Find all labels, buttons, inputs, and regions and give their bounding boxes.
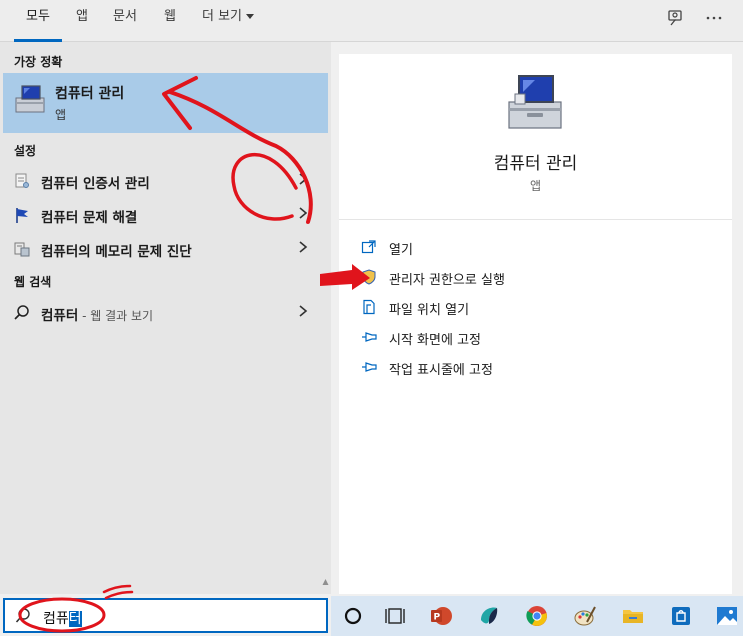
settings-item-certificate[interactable]: 컴퓨터 인증서 관리 xyxy=(0,164,331,196)
web-search-label: 컴퓨터 - 웹 결과 보기 xyxy=(41,308,154,324)
best-match-subtitle: 앱 xyxy=(55,108,67,122)
feedback-button[interactable] xyxy=(663,6,687,30)
web-search-result[interactable]: 컴퓨터 - 웹 결과 보기 xyxy=(0,296,331,328)
preview-title: 컴퓨터 관리 xyxy=(493,154,578,174)
open-icon xyxy=(361,240,376,254)
search-query: 컴퓨터 xyxy=(43,611,82,627)
tab-more[interactable]: 더 보기 xyxy=(192,0,264,42)
settings-item-troubleshoot[interactable]: 컴퓨터 문제 해결 xyxy=(0,198,331,230)
tab-apps[interactable]: 앱 xyxy=(66,0,98,42)
taskbar: P xyxy=(331,596,743,636)
powerpoint-icon[interactable]: P xyxy=(429,604,453,628)
tab-all[interactable]: 모두 xyxy=(14,0,62,42)
best-match-title: 컴퓨터 관리 xyxy=(55,86,125,102)
settings-item-label: 컴퓨터 인증서 관리 xyxy=(41,176,150,192)
best-match-result[interactable] xyxy=(3,73,328,133)
paint-icon[interactable] xyxy=(573,604,597,628)
preview-subtitle: 앱 xyxy=(529,179,542,193)
app-icon[interactable] xyxy=(477,604,501,628)
search-tabs-bar: 모두 앱 문서 웹 더 보기 xyxy=(0,0,743,42)
section-settings: 설정 xyxy=(14,144,37,158)
chrome-icon[interactable] xyxy=(525,604,549,628)
search-input[interactable]: 컴퓨터 xyxy=(3,598,328,633)
section-best-match: 가장 정확 xyxy=(14,55,63,69)
task-view-icon[interactable] xyxy=(383,604,407,628)
photos-icon[interactable] xyxy=(715,604,739,628)
run-as-admin-icon xyxy=(362,269,376,285)
preview-divider xyxy=(339,219,732,220)
pin-icon xyxy=(362,362,377,372)
computer-management-large-icon xyxy=(508,75,562,129)
search-selected-text: 터 xyxy=(68,611,82,627)
results-panel: 가장 정확 컴퓨터 관리 앱 설정 컴퓨터 인증서 관리 컴퓨터 문제 해결 컴… xyxy=(0,42,331,594)
chevron-right-icon[interactable] xyxy=(296,203,310,223)
store-icon[interactable] xyxy=(669,604,693,628)
cortana-icon[interactable] xyxy=(341,604,365,628)
action-open-file-location[interactable]: 파일 위치 열기 xyxy=(359,296,659,320)
certificate-icon xyxy=(15,173,29,188)
chevron-right-icon[interactable] xyxy=(296,301,310,321)
more-options-button[interactable] xyxy=(702,6,726,30)
flag-icon xyxy=(16,208,28,223)
chevron-right-icon[interactable] xyxy=(296,237,310,257)
action-pin-to-taskbar[interactable]: 작업 표시줄에 고정 xyxy=(359,356,659,380)
action-run-as-admin[interactable]: 관리자 권한으로 실행 xyxy=(359,266,659,290)
action-pin-to-start[interactable]: 시작 화면에 고정 xyxy=(359,326,659,350)
ellipsis-icon xyxy=(706,16,722,20)
search-icon xyxy=(15,608,30,623)
section-web-search: 웹 검색 xyxy=(14,275,52,289)
settings-item-label: 컴퓨터의 메모리 문제 진단 xyxy=(41,244,192,260)
tab-documents[interactable]: 문서 xyxy=(104,0,146,42)
file-explorer-icon[interactable] xyxy=(621,604,645,628)
preview-panel: 컴퓨터 관리 앱 열기 관리자 권한으로 실행 파일 위치 열기 시작 화면에 … xyxy=(339,54,732,594)
chevron-down-icon xyxy=(246,14,254,19)
action-open[interactable]: 열기 xyxy=(359,236,659,260)
memory-diagnostic-icon xyxy=(14,242,30,257)
tab-web[interactable]: 웹 xyxy=(154,0,186,42)
computer-management-icon xyxy=(15,85,45,113)
settings-item-memory-diagnostic[interactable]: 컴퓨터의 메모리 문제 진단 xyxy=(0,232,331,264)
file-location-icon xyxy=(363,299,375,315)
settings-item-label: 컴퓨터 문제 해결 xyxy=(41,210,138,226)
search-icon xyxy=(14,305,29,320)
pin-icon xyxy=(362,332,377,342)
results-scrollbar[interactable] xyxy=(320,42,331,594)
svg-text:P: P xyxy=(434,613,441,623)
chevron-right-icon[interactable] xyxy=(296,169,310,189)
feedback-icon xyxy=(668,10,682,26)
